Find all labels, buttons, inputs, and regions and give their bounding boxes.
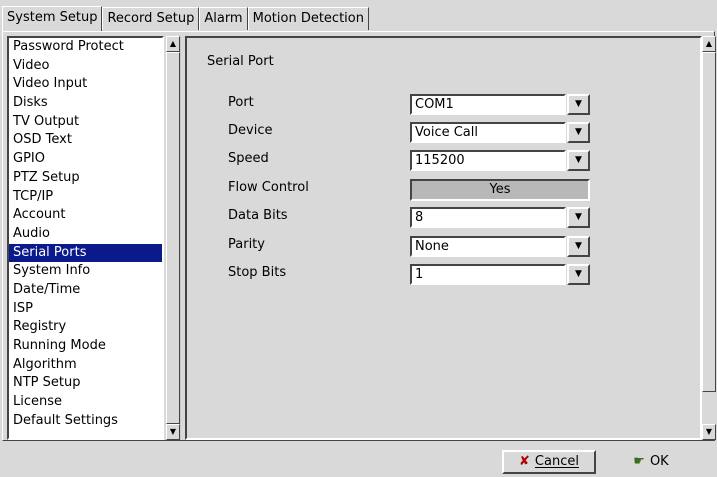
port-label: Port: [228, 95, 254, 110]
sidebar-item-ntp-setup[interactable]: NTP Setup: [9, 374, 162, 393]
panel-title: Serial Port: [207, 54, 274, 69]
cancel-button[interactable]: ✘ Cancel: [502, 450, 596, 474]
data-bits-value[interactable]: 8: [410, 207, 566, 228]
stop-bits-select[interactable]: 1 ▼: [410, 264, 590, 285]
sidebar-item-osd-text[interactable]: OSD Text: [9, 131, 162, 150]
stop-bits-value[interactable]: 1: [410, 264, 566, 285]
sidebar-item-registry[interactable]: Registry: [9, 318, 162, 337]
sidebar-scrollbar[interactable]: ▲ ▼: [166, 36, 181, 440]
chevron-down-icon[interactable]: ▼: [567, 207, 590, 228]
sidebar-item-isp[interactable]: ISP: [9, 300, 162, 319]
parity-label: Parity: [228, 237, 265, 252]
chevron-down-icon[interactable]: ▼: [567, 122, 590, 143]
sidebar-item-license[interactable]: License: [9, 393, 162, 412]
speed-label: Speed: [228, 151, 269, 166]
settings-list: Password Protect Video Video Input Disks…: [7, 36, 164, 440]
sidebar-item-account[interactable]: Account: [9, 206, 162, 225]
speed-value[interactable]: 115200: [410, 150, 566, 171]
scroll-up-icon[interactable]: ▲: [166, 36, 180, 52]
sidebar-item-tcp-ip[interactable]: TCP/IP: [9, 188, 162, 207]
flow-control-toggle[interactable]: Yes: [410, 179, 590, 201]
device-value[interactable]: Voice Call: [410, 122, 566, 143]
sidebar-item-algorithm[interactable]: Algorithm: [9, 356, 162, 375]
scroll-down-icon[interactable]: ▼: [166, 424, 180, 440]
sidebar-item-running-mode[interactable]: Running Mode: [9, 337, 162, 356]
parity-select[interactable]: None ▼: [410, 236, 590, 257]
port-value[interactable]: COM1: [410, 94, 566, 115]
sidebar-item-gpio[interactable]: GPIO: [9, 150, 162, 169]
ok-label: OK: [649, 454, 669, 469]
scroll-up-icon[interactable]: ▲: [702, 36, 716, 52]
sidebar-item-default-settings[interactable]: Default Settings: [9, 412, 162, 431]
sidebar-item-system-info[interactable]: System Info: [9, 262, 162, 281]
scrollbar-thumb[interactable]: [702, 52, 716, 392]
sidebar-item-video[interactable]: Video: [9, 57, 162, 76]
sidebar-item-date-time[interactable]: Date/Time: [9, 281, 162, 300]
flow-control-label: Flow Control: [228, 180, 309, 195]
sidebar-item-disks[interactable]: Disks: [9, 94, 162, 113]
port-select[interactable]: COM1 ▼: [410, 94, 590, 115]
hand-check-icon: ☛: [633, 454, 645, 469]
chevron-down-icon[interactable]: ▼: [567, 150, 590, 171]
tab-alarm[interactable]: Alarm: [199, 7, 248, 30]
panel-scrollbar[interactable]: ▲ ▼: [702, 36, 717, 440]
chevron-down-icon[interactable]: ▼: [567, 264, 590, 285]
tab-motion-detection[interactable]: Motion Detection: [247, 7, 369, 30]
device-select[interactable]: Voice Call ▼: [410, 122, 590, 143]
speed-select[interactable]: 115200 ▼: [410, 150, 590, 171]
ok-button[interactable]: ☛ OK: [604, 450, 698, 474]
sidebar-item-video-input[interactable]: Video Input: [9, 75, 162, 94]
sidebar-item-tv-output[interactable]: TV Output: [9, 113, 162, 132]
cancel-label: Cancel: [534, 454, 579, 469]
tab-bar: System Setup Record Setup Alarm Motion D…: [2, 6, 369, 31]
data-bits-label: Data Bits: [228, 208, 288, 223]
sidebar-item-audio[interactable]: Audio: [9, 225, 162, 244]
x-icon: ✘: [519, 454, 530, 469]
parity-value[interactable]: None: [410, 236, 566, 257]
sidebar-item-serial-ports[interactable]: Serial Ports: [9, 243, 162, 263]
chevron-down-icon[interactable]: ▼: [567, 236, 590, 257]
sidebar-item-password-protect[interactable]: Password Protect: [9, 38, 162, 57]
tab-record-setup[interactable]: Record Setup: [102, 7, 200, 30]
stop-bits-label: Stop Bits: [228, 265, 287, 280]
sidebar-item-ptz-setup[interactable]: PTZ Setup: [9, 169, 162, 188]
scroll-down-icon[interactable]: ▼: [702, 424, 716, 440]
chevron-down-icon[interactable]: ▼: [567, 94, 590, 115]
scrollbar-thumb[interactable]: [166, 52, 180, 424]
data-bits-select[interactable]: 8 ▼: [410, 207, 590, 228]
tab-system-setup[interactable]: System Setup: [2, 6, 103, 31]
device-label: Device: [228, 123, 273, 138]
